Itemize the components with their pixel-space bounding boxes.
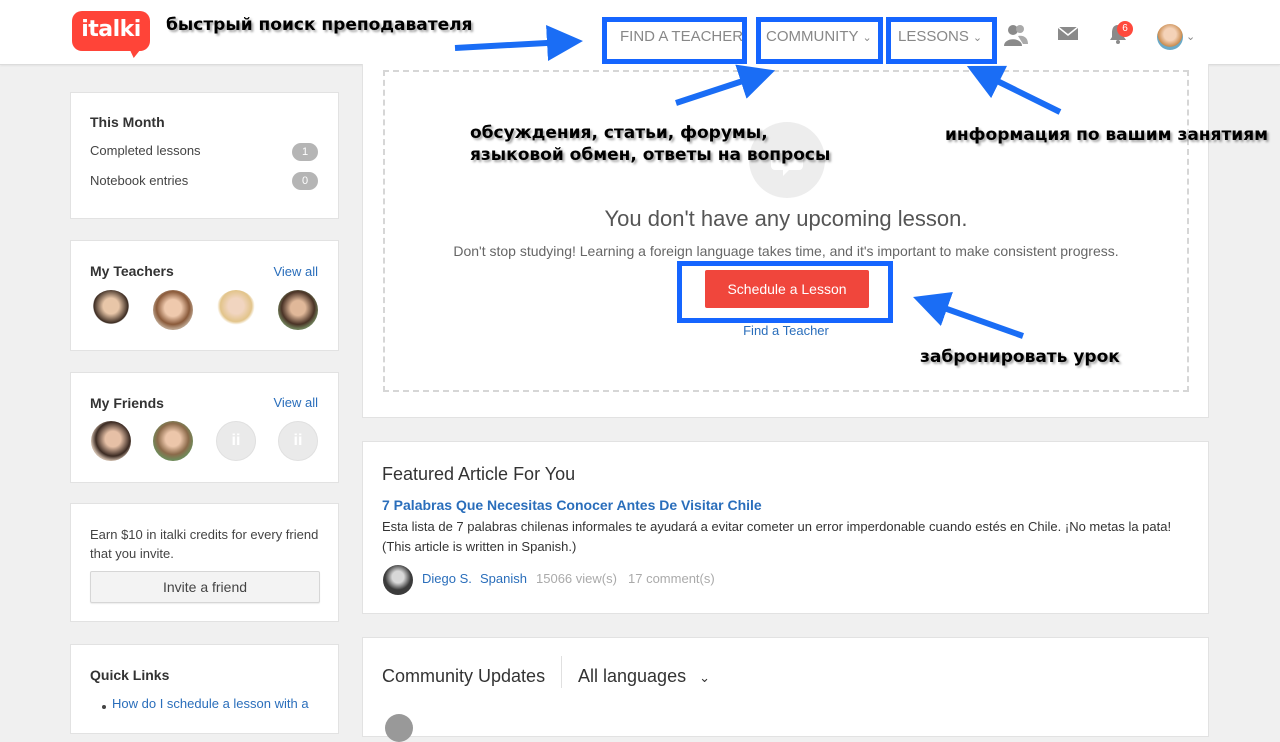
- italki-logo[interactable]: italki: [72, 11, 150, 51]
- nav-find-teacher-label: FIND A TEACHER: [620, 28, 744, 45]
- my-teachers-view-all-link[interactable]: View all: [273, 264, 318, 279]
- this-month-title: This Month: [90, 114, 165, 130]
- author-avatar[interactable]: [383, 565, 413, 595]
- featured-article-heading: Featured Article For You: [382, 464, 576, 484]
- avatar[interactable]: [1157, 24, 1183, 50]
- annotation-community-line1: обсуждения, статьи, форумы,: [470, 123, 768, 143]
- chevron-down-icon: ⌄: [699, 670, 711, 685]
- empty-friend-placeholder-icon: ii: [216, 421, 256, 461]
- no-upcoming-lesson-subtext: Don't stop studying! Learning a foreign …: [453, 243, 1119, 259]
- notebook-entries-count: 0: [292, 172, 318, 190]
- nav-find-teacher[interactable]: FIND A TEACHER: [620, 15, 743, 59]
- chevron-down-icon: ⌄: [972, 32, 983, 44]
- find-teacher-link[interactable]: Find a Teacher: [363, 323, 1209, 338]
- my-friends-card: My Friends View all ii ii: [70, 372, 339, 483]
- invite-card: Earn $10 in italki credits for every fri…: [70, 503, 339, 622]
- teacher-avatar[interactable]: [216, 290, 256, 330]
- mail-icon[interactable]: [1056, 24, 1080, 46]
- empty-friend-placeholder-icon: ii: [278, 421, 318, 461]
- featured-article-body: Esta lista de 7 palabras chilenas inform…: [382, 517, 1192, 557]
- community-updates-heading: Community Updates: [382, 666, 546, 686]
- invite-text-line1: Earn $10 in italki credits for every fri…: [90, 527, 319, 542]
- community-updates-panel: Community Updates All languages ⌄: [362, 637, 1209, 742]
- annotation-lessons: информация по вашим занятиям: [945, 125, 1269, 145]
- bullet-icon: [102, 705, 106, 709]
- chevron-down-icon: ⌄: [862, 32, 872, 44]
- quick-link-schedule[interactable]: How do I schedule a lesson with a: [112, 696, 309, 711]
- this-month-card: This Month Completed lessons 1 Notebook …: [70, 92, 339, 219]
- teacher-avatar[interactable]: [153, 290, 193, 330]
- author-link[interactable]: Diego S.: [422, 571, 472, 586]
- nav-lessons-label: LESSONS: [898, 28, 969, 45]
- quick-links-title: Quick Links: [90, 667, 170, 683]
- update-avatar[interactable]: [385, 714, 413, 742]
- nav-lessons[interactable]: LESSONS ⌄: [898, 15, 982, 59]
- language-link[interactable]: Spanish: [480, 571, 527, 586]
- my-teachers-card: My Teachers View all: [70, 240, 339, 351]
- completed-lessons-label: Completed lessons: [90, 143, 201, 158]
- comments-count: 17 comment(s): [628, 571, 715, 586]
- no-upcoming-lesson-heading: You don't have any upcoming lesson.: [604, 206, 968, 231]
- views-count: 15066 view(s): [536, 571, 617, 586]
- my-friends-view-all-link[interactable]: View all: [273, 395, 318, 410]
- invite-text-line2: that you invite.: [90, 546, 174, 561]
- logo-text: italki: [81, 17, 141, 42]
- featured-article-title-link[interactable]: 7 Palabras Que Necesitas Conocer Antes D…: [382, 497, 762, 513]
- featured-article-body-line1: Esta lista de 7 palabras chilenas inform…: [382, 519, 1172, 534]
- featured-article-panel: Featured Article For You 7 Palabras Que …: [362, 441, 1209, 614]
- completed-lessons-count: 1: [292, 143, 318, 161]
- teacher-avatar[interactable]: [278, 290, 318, 330]
- friend-avatar[interactable]: [91, 421, 131, 461]
- nav-community[interactable]: COMMUNITY ⌄: [766, 15, 872, 59]
- language-filter-select[interactable]: All languages ⌄: [578, 666, 710, 687]
- invite-friend-button[interactable]: Invite a friend: [90, 571, 320, 603]
- my-friends-title: My Friends: [90, 395, 164, 411]
- people-icon[interactable]: [1004, 24, 1028, 46]
- chevron-down-icon[interactable]: ⌄: [1186, 30, 1195, 43]
- annotation-find-teacher: быстрый поиск преподавателя: [166, 15, 473, 35]
- nav-community-label: COMMUNITY: [766, 28, 859, 45]
- my-teachers-title: My Teachers: [90, 263, 174, 279]
- language-filter-value: All languages: [578, 666, 687, 686]
- schedule-lesson-button[interactable]: Schedule a Lesson: [705, 270, 869, 308]
- friend-avatar[interactable]: [153, 421, 193, 461]
- teacher-avatar[interactable]: [91, 290, 131, 330]
- notebook-entries-label: Notebook entries: [90, 173, 189, 188]
- notification-badge: 6: [1117, 21, 1133, 37]
- annotation-schedule: забронировать урок: [920, 347, 1120, 367]
- featured-article-body-line2: (This article is written in Spanish.): [382, 539, 577, 554]
- divider: [561, 656, 562, 688]
- quick-links-card: Quick Links How do I schedule a lesson w…: [70, 644, 339, 734]
- annotation-community-line2: языковой обмен, ответы на вопросы: [470, 145, 831, 165]
- invite-text: Earn $10 in italki credits for every fri…: [90, 525, 318, 563]
